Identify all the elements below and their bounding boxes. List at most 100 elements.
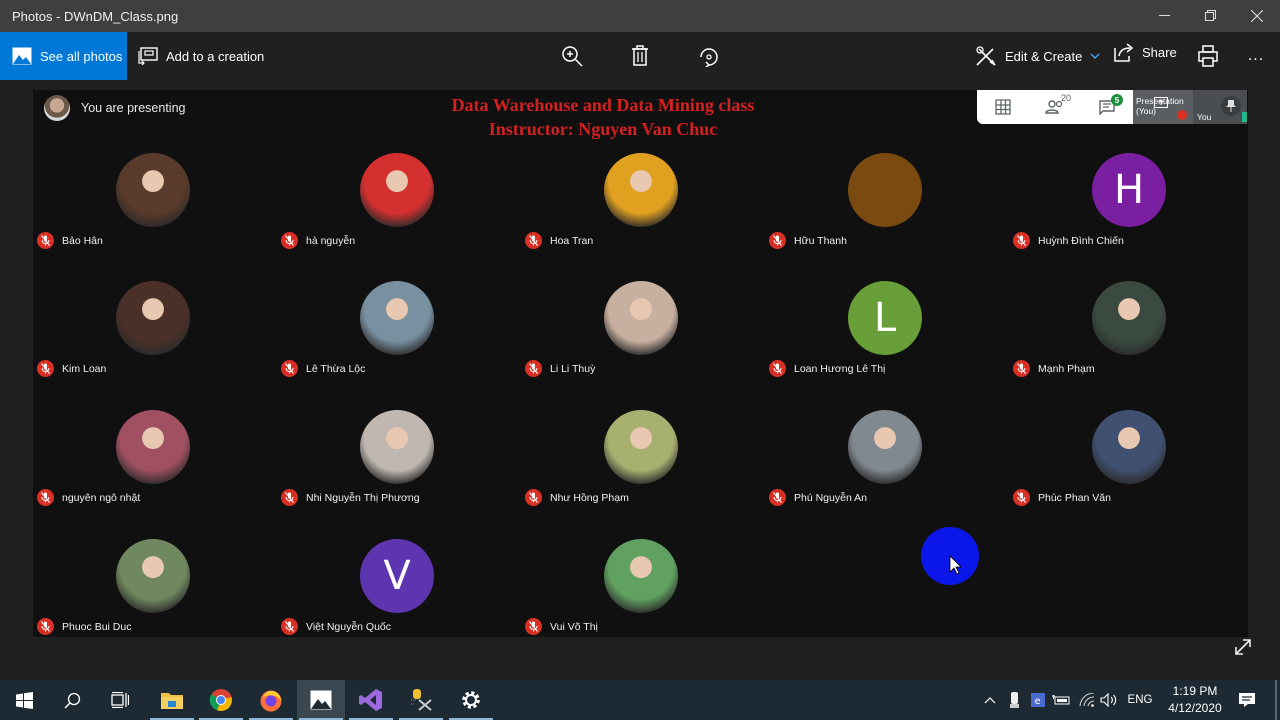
participant-name: nguyên ngô nhật	[62, 491, 141, 504]
restore-icon	[1205, 10, 1216, 21]
fullscreen-button[interactable]	[1232, 636, 1256, 660]
participant-tile[interactable]: Hoa Tran	[521, 153, 765, 281]
participant-tile[interactable]: Li Li Thuỳ	[521, 281, 765, 409]
tray-wifi[interactable]	[1076, 680, 1098, 720]
windows-taskbar: e ENG 1:19 PM 4/12/2020	[0, 680, 1280, 720]
participant-tile[interactable]: Phúc Phan Văn	[1009, 410, 1253, 538]
participant-tile[interactable]: Nhi Nguyễn Thị Phương	[277, 410, 521, 538]
participant-tile[interactable]: V Việt Nguyễn Quốc	[277, 539, 521, 667]
photos-app-icon	[310, 690, 332, 710]
participant-avatar	[604, 153, 678, 227]
taskbar-clock[interactable]: 1:19 PM 4/12/2020	[1160, 683, 1230, 717]
participants-button[interactable]: 20	[1029, 90, 1081, 124]
share-label: Share	[1142, 44, 1177, 60]
participant-tile[interactable]: Hữu Thanh	[765, 153, 1009, 281]
participant-tile[interactable]: Mạnh Phạm	[1009, 281, 1253, 409]
participant-tile[interactable]: Lê Thừa Lộc	[277, 281, 521, 409]
tray-battery[interactable]	[1050, 680, 1072, 720]
close-button[interactable]	[1234, 0, 1280, 32]
participant-label: Huỳnh Đình Chiến	[1013, 232, 1124, 249]
zoom-button[interactable]	[558, 42, 586, 70]
slide-title: Data Warehouse and Data Mining class Ins…	[363, 93, 843, 141]
participant-tile[interactable]: Phuoc Bui Duc	[33, 539, 277, 667]
window-titlebar: Photos - DWnDM_Class.png	[0, 0, 1280, 32]
clock-time: 1:19 PM	[1172, 684, 1218, 698]
tray-usb-device[interactable]	[1004, 680, 1024, 720]
self-tile[interactable]: You	[1193, 90, 1247, 124]
restore-button[interactable]	[1188, 0, 1234, 32]
show-desktop-button[interactable]	[1275, 680, 1277, 720]
notifications-icon	[1239, 693, 1255, 707]
add-to-creation-button[interactable]: Add to a creation	[138, 32, 264, 80]
participant-tile[interactable]: Vui Võ Thị	[521, 539, 765, 667]
participant-tile[interactable]: nguyên ngô nhật	[33, 410, 277, 538]
language-indicator[interactable]: ENG	[1122, 680, 1158, 720]
participant-avatar	[360, 410, 434, 484]
participant-label: Phuoc Bui Duc	[37, 618, 131, 635]
taskbar-chrome[interactable]	[197, 680, 245, 720]
share-button[interactable]: Share	[1114, 28, 1177, 76]
participant-label: Phú Nguyễn An	[769, 489, 867, 506]
tray-volume[interactable]	[1098, 680, 1120, 720]
taskbar-visual-studio[interactable]	[347, 680, 395, 720]
mouse-pointer-icon	[949, 555, 962, 575]
print-button[interactable]	[1194, 42, 1222, 70]
database-tools-icon	[411, 689, 432, 711]
participant-label: Kim Loan	[37, 360, 106, 377]
visual-studio-icon	[359, 689, 382, 711]
avatar-initial: L	[873, 295, 897, 341]
share-icon	[1114, 43, 1134, 62]
presenting-indicator: You are presenting	[44, 95, 185, 121]
participant-label: Vui Võ Thị	[525, 618, 598, 635]
edit-create-button[interactable]: Edit & Create	[975, 32, 1100, 80]
participant-name: Mạnh Phạm	[1038, 362, 1095, 375]
taskbar-file-explorer[interactable]	[148, 680, 196, 720]
taskbar-sql-tools[interactable]	[397, 680, 445, 720]
mic-off-icon	[1013, 360, 1030, 377]
photo-viewer-canvas: You are presenting Data Warehouse and Da…	[33, 90, 1248, 637]
mic-off-icon	[525, 360, 542, 377]
usb-drive-icon	[1009, 692, 1019, 708]
participant-label: hà nguyễn	[281, 232, 355, 249]
participant-tile[interactable]: Phú Nguyễn An	[765, 410, 1009, 538]
participant-tile[interactable]: H Huỳnh Đình Chiến	[1009, 153, 1253, 281]
participant-label: Loan Hương Lê Thị	[769, 360, 885, 377]
participant-avatar	[116, 281, 190, 355]
taskbar-firefox[interactable]	[247, 680, 295, 720]
participant-name: Huỳnh Đình Chiến	[1038, 234, 1124, 247]
participant-name: Phúc Phan Văn	[1038, 491, 1111, 504]
chevron-down-icon	[1090, 53, 1100, 59]
printer-icon	[1198, 45, 1218, 67]
chat-button[interactable]: 5	[1081, 90, 1133, 124]
search-button[interactable]	[48, 680, 96, 720]
mic-off-icon	[281, 232, 298, 249]
rotate-button[interactable]	[694, 42, 722, 70]
participant-avatar: L	[848, 281, 922, 355]
more-options-button[interactable]: ...	[1242, 42, 1270, 70]
participant-tile[interactable]: hà nguyễn	[277, 153, 521, 281]
presentation-tile[interactable]: Presentation (You)	[1133, 90, 1193, 124]
participant-name: Bảo Hân	[62, 234, 103, 247]
show-hidden-icons-button[interactable]	[980, 680, 1000, 720]
start-button[interactable]	[0, 680, 48, 720]
pin-button[interactable]	[1221, 96, 1241, 116]
see-all-photos-button[interactable]: See all photos	[0, 32, 127, 80]
participant-tile[interactable]: Bảo Hân	[33, 153, 277, 281]
grid-layout-button[interactable]	[977, 90, 1029, 124]
participant-tile[interactable]: Kim Loan	[33, 281, 277, 409]
participant-tile[interactable]: L Loan Hương Lê Thị	[765, 281, 1009, 409]
delete-button[interactable]	[626, 42, 654, 70]
task-view-icon	[111, 692, 129, 708]
taskbar-photos[interactable]	[297, 680, 345, 720]
minimize-icon	[1159, 15, 1170, 16]
participant-tile[interactable]: Như Hồng Phạm	[521, 410, 765, 538]
pin-icon	[1226, 100, 1236, 112]
task-view-button[interactable]	[96, 680, 144, 720]
tray-input-method[interactable]: e	[1028, 680, 1048, 720]
more-icon: ...	[1247, 47, 1265, 64]
windows-logo-icon	[15, 691, 33, 709]
expand-icon	[1235, 639, 1251, 655]
mic-off-icon	[769, 360, 786, 377]
taskbar-settings[interactable]	[447, 680, 495, 720]
action-center-button[interactable]	[1232, 680, 1262, 720]
